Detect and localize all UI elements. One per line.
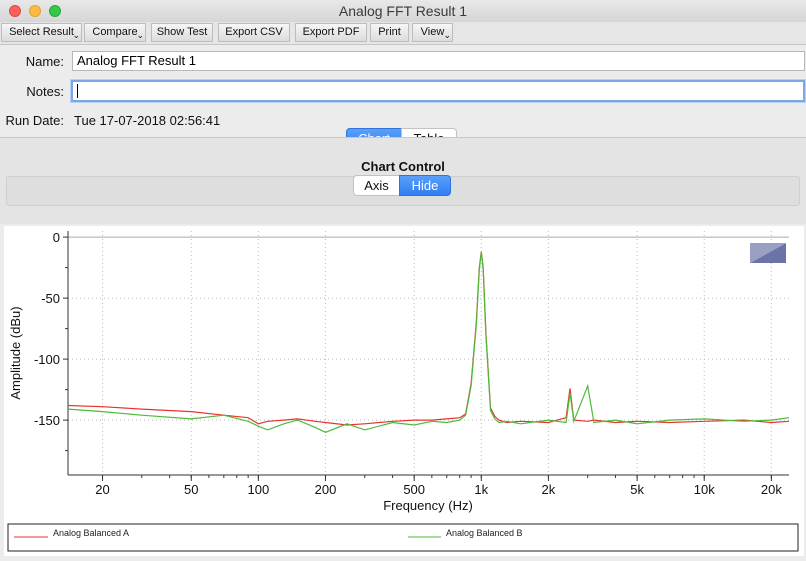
rundate-label: Run Date: [5,113,64,128]
chart-control-title: Chart Control [361,159,445,174]
x-tick-label: 5k [630,482,644,497]
y-tick-label: -100 [34,352,60,367]
chevron-down-icon: ⌄ [443,30,451,40]
y-axis-label: Amplitude (dBu) [8,306,23,399]
x-ticks: 20 50 100 200 500 1k 2k 5k 10k 20k [95,475,782,497]
x-axis-label: Frequency (Hz) [383,498,473,513]
y-tick-label: 0 [53,230,60,245]
logo-icon [750,243,786,263]
y-ticks: 0 -50 -100 -150 [34,230,68,452]
select-result-label: Select Result [9,26,74,38]
series-line-a [67,251,790,426]
series-line-b [67,251,790,433]
text-caret [77,84,78,98]
x-tick-label: 1k [474,482,488,497]
select-result-button[interactable]: Select Result ⌄ [1,23,82,42]
export-pdf-button[interactable]: Export PDF [295,23,367,42]
name-field[interactable]: Analog FFT Result 1 [72,51,805,71]
rundate-value: Tue 17-07-2018 02:56:41 [74,113,221,128]
view-button[interactable]: View ⌄ [412,23,453,42]
window-title: Analog FFT Result 1 [338,3,468,19]
compare-button[interactable]: Compare ⌄ [84,23,146,42]
x-tick-label: 500 [403,482,425,497]
chevron-down-icon: ⌄ [136,30,144,40]
chart-svg: 20 50 100 200 500 1k 2k 5k 10k 20k 0 -50 -100 -150 F… [7,230,799,552]
x-tick-label: 2k [542,482,556,497]
toolbar: Select Result ⌄ Compare ⌄ Show Test Export… [0,22,806,45]
name-label: Name: [25,54,64,69]
axis-button[interactable]: Axis [353,175,400,196]
series-lines [67,251,790,433]
fft-chart: 20 50 100 200 500 1k 2k 5k 10k 20k 0 -50 -100 -150 F… [4,226,804,556]
hide-button[interactable]: Hide [399,175,451,196]
legend-label-a: Analog Balanced A [53,528,129,538]
print-button[interactable]: Print [370,23,409,42]
x-tick-label: 10k [694,482,715,497]
y-tick-label: -150 [34,413,60,428]
x-tick-label: 20 [95,482,109,497]
export-csv-button[interactable]: Export CSV [218,23,290,42]
legend-label-b: Analog Balanced B [446,528,523,538]
notes-field[interactable] [71,80,805,102]
x-tick-label: 100 [248,482,270,497]
title-bar: Analog FFT Result 1 [0,0,806,23]
y-tick-label: -50 [41,291,60,306]
notes-label: Notes: [26,84,64,99]
view-label: View [420,26,445,38]
x-tick-label: 50 [184,482,198,497]
x-tick-label: 20k [761,482,782,497]
chart-grid [68,231,789,475]
show-test-button[interactable]: Show Test [151,23,213,42]
chevron-down-icon: ⌄ [72,30,80,40]
x-tick-label: 200 [315,482,337,497]
compare-label: Compare [92,26,138,38]
